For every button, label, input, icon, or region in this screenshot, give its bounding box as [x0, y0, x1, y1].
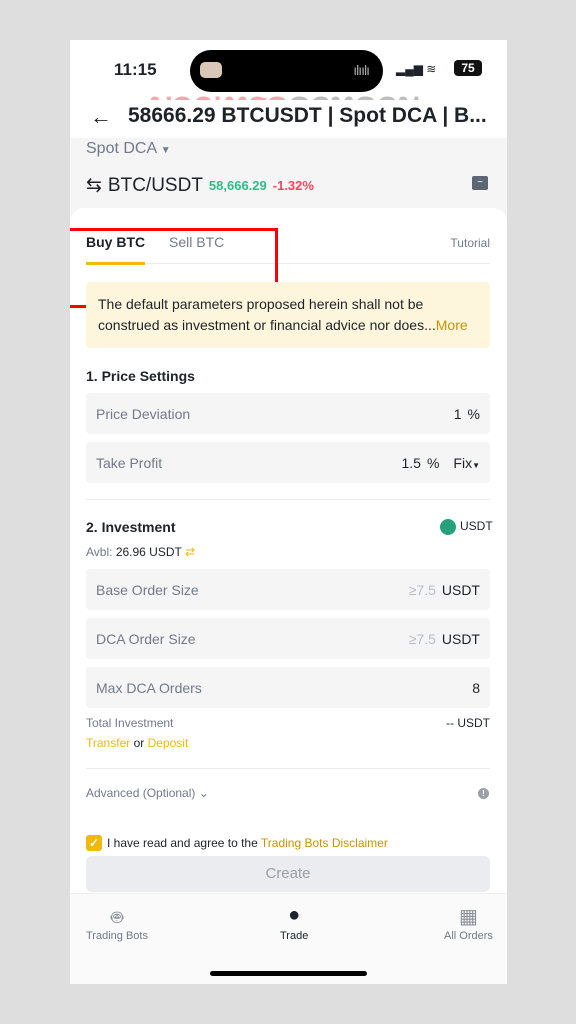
page-title: 58666.29 BTCUSDT | Spot DCA | B...: [128, 104, 487, 127]
dca-order-size-input[interactable]: DCA Order Size ≥7.5 USDT: [86, 618, 490, 659]
field-label: DCA Order Size: [96, 630, 196, 647]
info-icon[interactable]: !: [478, 788, 489, 799]
pair-price: 58,666.29: [208, 178, 267, 193]
trade-icon: ●: [288, 904, 301, 926]
notice-text: The default parameters proposed herein s…: [98, 296, 436, 333]
avbl-label: Avbl:: [86, 545, 113, 559]
advanced-toggle[interactable]: Advanced (Optional) ⌄: [86, 786, 209, 800]
field-unit: %: [426, 454, 440, 471]
field-unit: %: [467, 405, 480, 422]
form-card: Buy BTC Sell BTC Tutorial The default pa…: [70, 208, 507, 984]
nav-label: Trade: [280, 930, 309, 942]
tutorial-link[interactable]: Tutorial: [450, 236, 490, 250]
pair-change: -1.32%: [272, 178, 314, 193]
field-placeholder: ≥7.5: [408, 630, 436, 647]
header: ← 58666.29 BTCUSDT | Spot DCA | B...: [70, 100, 507, 138]
back-arrow-icon[interactable]: ←: [90, 104, 112, 130]
more-link[interactable]: More: [436, 317, 468, 333]
create-button[interactable]: Create: [86, 856, 490, 892]
bottom-nav: 🤖︎ Trading Bots ● Trade ▦ All Orders: [70, 893, 507, 984]
mode-label: Fix: [453, 454, 473, 471]
strategy-label: Spot DCA: [86, 140, 157, 157]
pair-selector[interactable]: ⇆ BTC/USDT 58,666.29 -1.32%: [86, 174, 314, 197]
advanced-label: Advanced (Optional): [86, 786, 196, 800]
max-dca-orders-input[interactable]: Max DCA Orders 8: [86, 667, 490, 708]
field-unit: USDT: [441, 630, 480, 647]
nav-label: Trading Bots: [86, 930, 148, 942]
currency-label: USDT: [460, 519, 493, 534]
field-value: 1: [453, 405, 462, 422]
transfer-link[interactable]: Transfer: [86, 736, 130, 750]
transfer-icon[interactable]: ⇄: [185, 545, 195, 559]
total-investment-value: -- USDT: [446, 716, 490, 730]
currency-selector[interactable]: USDT: [440, 519, 493, 535]
swap-icon: ⇆: [86, 175, 102, 196]
chart-icon[interactable]: ~: [472, 176, 488, 190]
tether-icon: [440, 519, 456, 535]
total-investment-label: Total Investment: [86, 716, 174, 730]
field-label: Base Order Size: [96, 581, 199, 598]
pair-symbol: BTC/USDT: [107, 174, 203, 196]
nav-label: All Orders: [444, 930, 493, 942]
agree-checkbox[interactable]: ✓: [86, 835, 102, 851]
field-unit: USDT: [441, 581, 480, 598]
base-order-size-input[interactable]: Base Order Size ≥7.5 USDT: [86, 569, 490, 610]
available-balance: Avbl: 26.96 USDT ⇄: [86, 545, 195, 559]
investment-title: 2. Investment: [86, 519, 176, 535]
deposit-link[interactable]: Deposit: [148, 736, 189, 750]
tab-bar: Buy BTC Sell BTC Tutorial: [70, 228, 490, 308]
field-value: 1.5: [401, 454, 421, 471]
agree-label: I have read and agree to the: [107, 836, 261, 850]
caret-down-icon: ▼: [472, 460, 480, 470]
home-indicator[interactable]: [210, 971, 367, 976]
battery-icon: 75: [454, 60, 482, 76]
agree-text: I have read and agree to the Trading Bot…: [107, 836, 388, 850]
strategy-dropdown[interactable]: Spot DCA ▼: [86, 140, 171, 158]
nav-trade[interactable]: ● Trade: [280, 904, 308, 942]
field-value: 8: [472, 679, 480, 696]
divider: [86, 768, 490, 769]
robot-icon: 🤖︎: [110, 907, 123, 929]
avbl-value: 26.96 USDT: [115, 545, 182, 559]
nav-trading-bots[interactable]: 🤖︎ Trading Bots: [86, 904, 148, 942]
disclaimer-link[interactable]: Trading Bots Disclaimer: [261, 836, 388, 850]
price-settings-title: 1. Price Settings: [86, 368, 195, 384]
field-label: Price Deviation: [96, 405, 191, 422]
phone-screen: 11:15 ılıılı ▂▄▆ ≋ 75 บอกเทรดดอทคอม ← 58…: [70, 40, 507, 984]
divider: [86, 499, 490, 500]
price-deviation-input[interactable]: Price Deviation 1%: [86, 393, 490, 434]
chevron-down-icon: ⌄: [198, 786, 209, 800]
or-text: or: [133, 736, 145, 750]
mode-dropdown[interactable]: Fix▼: [453, 455, 480, 471]
funding-links: Transfer or Deposit: [86, 736, 188, 750]
orders-icon: ▦: [459, 906, 478, 928]
field-label: Take Profit: [96, 454, 163, 471]
field-label: Max DCA Orders: [96, 679, 202, 696]
nav-all-orders[interactable]: ▦ All Orders: [444, 904, 493, 942]
take-profit-input[interactable]: Take Profit 1.5% Fix▼: [86, 442, 490, 483]
caret-down-icon: ▼: [160, 145, 171, 156]
field-placeholder: ≥7.5: [408, 581, 436, 598]
signal-wifi-icon: ▂▄▆ ≋: [396, 62, 437, 76]
disclaimer-notice: The default parameters proposed herein s…: [86, 282, 490, 348]
